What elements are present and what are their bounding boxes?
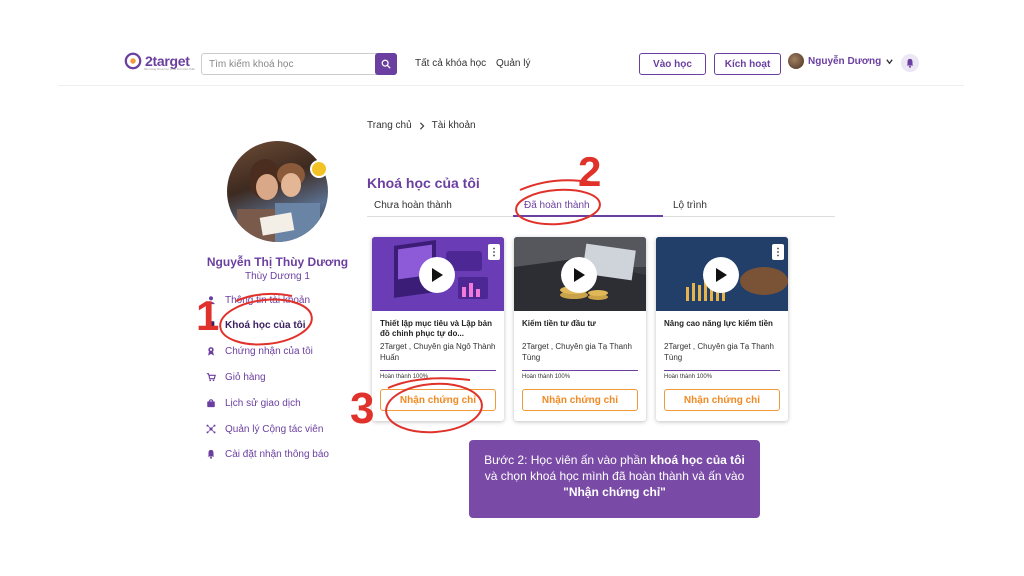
bag-icon (205, 397, 217, 409)
course-title[interactable]: Kiếm tiền tư đầu tư (522, 319, 640, 329)
search-input[interactable] (202, 58, 374, 70)
play-icon (716, 268, 727, 282)
notification-button[interactable] (901, 54, 919, 72)
callout-bold-2: "Nhận chứng chỉ" (563, 485, 666, 499)
get-certificate-button[interactable]: Nhận chứng chỉ (664, 389, 780, 411)
menu-label: Khoá học của tôi (225, 319, 306, 331)
menu-item-notification-settings[interactable]: Cài đặt nhận thông báo (205, 447, 345, 461)
page-title: Khoá học của tôi (367, 175, 480, 191)
award-icon (205, 345, 217, 357)
search-button[interactable] (375, 53, 397, 75)
activate-button[interactable]: Kích hoạt (714, 53, 781, 75)
nav-all-courses[interactable]: Tất cả khóa học (415, 58, 486, 69)
course-author: 2Target , Chuyên gia Tạ Thanh Tùng (522, 342, 632, 362)
course-card[interactable]: Kiếm tiền tư đầu tư 2Target , Chuyên gia… (514, 237, 646, 421)
play-button[interactable] (419, 257, 455, 293)
avatar (788, 53, 804, 69)
menu-item-my-courses[interactable]: Khoá học của tôi (205, 318, 345, 332)
annotation-step-2: 2 (578, 148, 602, 195)
network-icon (205, 423, 217, 435)
completion-status: Hoàn thành 100% (380, 374, 429, 380)
completion-status: Hoàn thành 100% (664, 374, 713, 380)
play-button[interactable] (561, 257, 597, 293)
course-thumbnail[interactable]: ⋮ (372, 237, 504, 311)
search-box (201, 53, 397, 75)
course-thumbnail[interactable]: ⋮ (656, 237, 788, 311)
more-options-icon[interactable]: ⋮ (488, 244, 500, 260)
profile-photo-art (237, 159, 320, 242)
logo-tagline: Nền tảng khoá học phát triển bản thân (144, 67, 196, 71)
course-title[interactable]: Thiết lập mục tiêu và Lập bản đồ chinh p… (380, 319, 498, 339)
breadcrumb: Trang chủ Tài khoản (367, 120, 476, 131)
menu-label: Thông tin tài khoản (225, 294, 311, 306)
chevron-right-icon (419, 121, 425, 130)
callout-bold-1: khoá học của tôi (650, 453, 745, 467)
progress-bar (522, 370, 638, 371)
menu-item-certificates[interactable]: Chứng nhận của tôi (205, 344, 345, 358)
breadcrumb-current: Tài khoản (431, 120, 476, 131)
course-card[interactable]: ⋮ Thiết lập mục tiêu và Lập bản đồ chinh… (372, 237, 504, 421)
enter-class-button[interactable]: Vào học (639, 53, 706, 75)
course-tabs: Chưa hoàn thành Đã hoàn thành Lộ trình (367, 197, 835, 217)
profile-photo (227, 141, 328, 242)
get-certificate-button[interactable]: Nhận chứng chỉ (380, 389, 496, 411)
annotation-step-1: 1 (196, 292, 220, 339)
progress-bar (380, 370, 496, 371)
user-menu[interactable]: Nguyễn Dương (788, 53, 894, 69)
premium-badge-icon (310, 160, 328, 178)
course-author: 2Target , Chuyên gia Ngô Thành Huấn (380, 342, 496, 362)
bell-icon (906, 58, 914, 68)
menu-label: Cài đặt nhận thông báo (225, 448, 329, 460)
progress-bar (664, 370, 780, 371)
course-title[interactable]: Nâng cao năng lực kiếm tiền (664, 319, 782, 329)
cart-icon (205, 371, 217, 383)
course-card[interactable]: ⋮ Nâng cao năng lực kiếm tiền 2Target , … (656, 237, 788, 421)
menu-label: Quản lý Cộng tác viên (225, 423, 324, 435)
profile-username: Thùy Dương 1 (245, 271, 310, 282)
tab-incomplete[interactable]: Chưa hoàn thành (374, 200, 452, 211)
instruction-callout: Bước 2: Học viên ấn vào phần khoá học củ… (469, 440, 760, 518)
menu-item-cart[interactable]: Giỏ hàng (205, 370, 345, 384)
profile-name: Nguyễn Thị Thùy Dương (206, 255, 349, 269)
course-author: 2Target , Chuyên gia Tạ Thanh Tùng (664, 342, 774, 362)
get-certificate-button[interactable]: Nhận chứng chỉ (522, 389, 638, 411)
menu-label: Giỏ hàng (225, 371, 266, 383)
completion-status: Hoàn thành 100% (522, 374, 571, 380)
menu-label: Lịch sử giao dịch (225, 397, 301, 409)
logo[interactable]: 2target Nền tảng khoá học phát triển bản… (124, 52, 195, 71)
play-button[interactable] (703, 257, 739, 293)
menu-item-transactions[interactable]: Lịch sử giao dịch (205, 396, 345, 410)
bell-icon (205, 448, 217, 460)
chevron-down-icon (886, 58, 893, 64)
play-icon (574, 268, 585, 282)
menu-item-account-info[interactable]: Thông tin tài khoản (205, 293, 345, 307)
play-icon (432, 268, 443, 282)
more-options-icon[interactable]: ⋮ (772, 244, 784, 260)
callout-text-2: và chọn khoá học mình đã hoàn thành và ấ… (484, 469, 745, 483)
active-tab-indicator (513, 215, 663, 217)
menu-item-affiliates[interactable]: Quản lý Cộng tác viên (205, 422, 345, 436)
top-header: 2target Nền tảng khoá học phát triển bản… (58, 42, 964, 86)
annotation-step-3: 3 (350, 384, 375, 433)
tab-roadmap[interactable]: Lộ trình (673, 200, 707, 211)
callout-text-1: Bước 2: Học viên ấn vào phần (484, 453, 651, 467)
menu-label: Chứng nhận của tôi (225, 345, 313, 357)
course-thumbnail[interactable] (514, 237, 646, 311)
nav-manage[interactable]: Quản lý (496, 58, 530, 69)
logo-icon (124, 52, 142, 70)
breadcrumb-home[interactable]: Trang chủ (367, 120, 412, 131)
search-icon (381, 59, 391, 69)
tab-completed[interactable]: Đã hoàn thành (524, 200, 590, 211)
page: 2target Nền tảng khoá học phát triển bản… (0, 0, 1024, 576)
user-name: Nguyễn Dương (808, 55, 882, 67)
